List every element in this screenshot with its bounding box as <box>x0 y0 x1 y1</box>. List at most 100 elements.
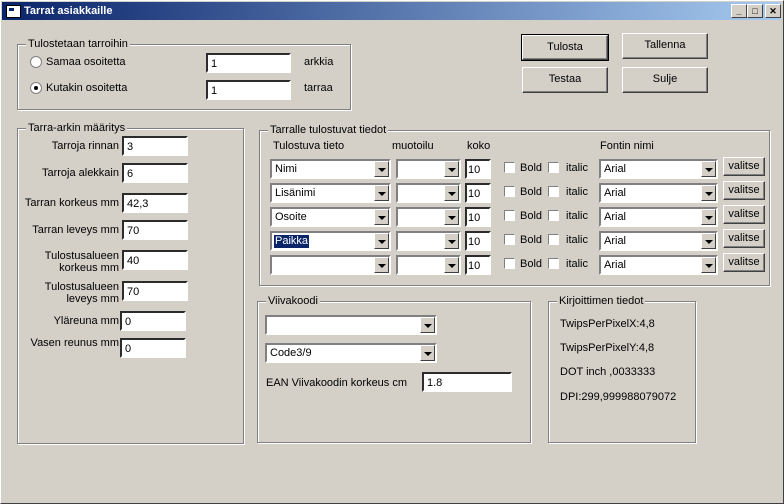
italic-checkbox[interactable] <box>548 186 559 197</box>
chevron-down-icon[interactable] <box>444 233 459 249</box>
close-button[interactable]: ✕ <box>765 4 781 18</box>
input-per-column[interactable]: 6 <box>122 163 188 183</box>
size-input[interactable]: 10 <box>465 183 491 203</box>
italic-checkbox[interactable] <box>548 210 559 221</box>
chevron-down-icon[interactable] <box>444 161 459 177</box>
size-input[interactable]: 10 <box>465 159 491 179</box>
bold-checkbox[interactable] <box>504 186 515 197</box>
valitse-button[interactable]: valitse <box>723 253 765 272</box>
printed-fields-legend: Tarralle tulostuvat tiedot <box>268 124 389 137</box>
print-options-group: Tulostetaan tarroihin <box>17 38 351 110</box>
input-per-row[interactable]: 3 <box>122 136 188 156</box>
label-per-column: Tarroja alekkain <box>41 167 119 179</box>
chevron-down-icon[interactable] <box>374 185 389 201</box>
chevron-down-icon[interactable] <box>420 317 435 333</box>
title-bar[interactable]: Tarrat asiakkaille _ □ ✕ <box>2 2 781 20</box>
valitse-button[interactable]: valitse <box>723 205 765 224</box>
barcode-code-select[interactable]: Code3/9 <box>265 343 437 363</box>
input-top-margin[interactable]: 0 <box>120 311 186 331</box>
chevron-down-icon[interactable] <box>374 209 389 225</box>
minimize-button[interactable]: _ <box>731 4 747 18</box>
bold-label: Bold <box>520 258 543 270</box>
label-label-width: Tarran leveys mm <box>32 224 119 236</box>
field-select-value: Lisänimi <box>275 187 316 199</box>
font-select[interactable]: Arial <box>599 231 718 251</box>
field-select-value: Osoite <box>275 211 307 223</box>
size-input[interactable]: 10 <box>465 255 491 275</box>
barcode-height-label: EAN Viivakoodin korkeus cm <box>266 377 408 389</box>
size-input[interactable]: 10 <box>465 207 491 227</box>
format-select[interactable] <box>396 255 461 275</box>
field-select-value: Paikka <box>274 235 310 248</box>
chevron-down-icon[interactable] <box>701 233 716 249</box>
radio-each-address[interactable] <box>30 82 42 94</box>
chevron-down-icon[interactable] <box>701 209 716 225</box>
field-select[interactable]: Osoite <box>270 207 391 227</box>
italic-checkbox[interactable] <box>548 234 559 245</box>
input-print-height[interactable]: 40 <box>122 250 188 270</box>
radio-same-address-label: Samaa osoitetta <box>46 56 126 68</box>
bold-checkbox[interactable] <box>504 258 515 269</box>
chevron-down-icon[interactable] <box>701 257 716 273</box>
chevron-down-icon[interactable] <box>444 185 459 201</box>
chevron-down-icon[interactable] <box>374 233 389 249</box>
font-select[interactable]: Arial <box>599 183 718 203</box>
font-select-value: Arial <box>604 163 627 175</box>
chevron-down-icon[interactable] <box>374 257 389 273</box>
field-select[interactable]: Paikka <box>270 231 391 251</box>
dpi-label: DPI:299,999988079072 <box>560 391 677 403</box>
sheet-definition-legend: Tarra-arkin määritys <box>26 122 128 135</box>
italic-checkbox[interactable] <box>548 258 559 269</box>
format-select[interactable] <box>396 159 461 179</box>
testaa-button[interactable]: Testaa <box>522 67 608 93</box>
font-select[interactable]: Arial <box>599 159 718 179</box>
labels-input[interactable]: 1 <box>206 80 291 100</box>
valitse-button[interactable]: valitse <box>723 229 765 248</box>
sulje-button[interactable]: Sulje <box>622 67 708 93</box>
bold-checkbox[interactable] <box>504 162 515 173</box>
bold-checkbox[interactable] <box>504 210 515 221</box>
font-select-value: Arial <box>604 235 627 247</box>
font-select[interactable]: Arial <box>599 255 718 275</box>
print-options-legend: Tulostetaan tarroihin <box>26 38 130 51</box>
valitse-button[interactable]: valitse <box>723 157 765 176</box>
italic-label: italic <box>566 210 589 222</box>
input-label-height[interactable]: 42,3 <box>122 193 188 213</box>
chevron-down-icon[interactable] <box>444 209 459 225</box>
chevron-down-icon[interactable] <box>374 161 389 177</box>
input-left-margin[interactable]: 0 <box>120 338 186 358</box>
label-label-height: Tarran korkeus mm <box>24 197 119 209</box>
input-print-width[interactable]: 70 <box>122 281 188 301</box>
label-print-height: Tulostusalueen korkeus mm <box>44 250 119 274</box>
font-select-value: Arial <box>604 211 627 223</box>
tulosta-button[interactable]: Tulosta <box>521 34 609 61</box>
app-icon[interactable] <box>6 5 21 18</box>
field-select[interactable]: Lisänimi <box>270 183 391 203</box>
format-select[interactable] <box>396 231 461 251</box>
header-size: koko <box>467 140 491 152</box>
italic-checkbox[interactable] <box>548 162 559 173</box>
radio-same-address[interactable] <box>30 56 42 68</box>
tallenna-button[interactable]: Tallenna <box>622 33 708 59</box>
format-select[interactable] <box>396 207 461 227</box>
chevron-down-icon[interactable] <box>444 257 459 273</box>
size-input[interactable]: 10 <box>465 231 491 251</box>
italic-label: italic <box>566 258 589 270</box>
chevron-down-icon[interactable] <box>701 185 716 201</box>
italic-label: italic <box>566 234 589 246</box>
bold-checkbox[interactable] <box>504 234 515 245</box>
chevron-down-icon[interactable] <box>420 345 435 361</box>
field-select[interactable] <box>270 255 391 275</box>
bold-label: Bold <box>520 210 543 222</box>
chevron-down-icon[interactable] <box>701 161 716 177</box>
valitse-button[interactable]: valitse <box>723 181 765 200</box>
barcode-type-select[interactable] <box>265 315 437 335</box>
sheets-input[interactable]: 1 <box>206 53 291 73</box>
input-label-width[interactable]: 70 <box>122 220 188 240</box>
barcode-legend: Viivakoodi <box>266 295 320 308</box>
field-select[interactable]: Nimi <box>270 159 391 179</box>
font-select[interactable]: Arial <box>599 207 718 227</box>
maximize-button[interactable]: □ <box>747 4 763 18</box>
barcode-height-input[interactable]: 1.8 <box>422 372 512 392</box>
format-select[interactable] <box>396 183 461 203</box>
